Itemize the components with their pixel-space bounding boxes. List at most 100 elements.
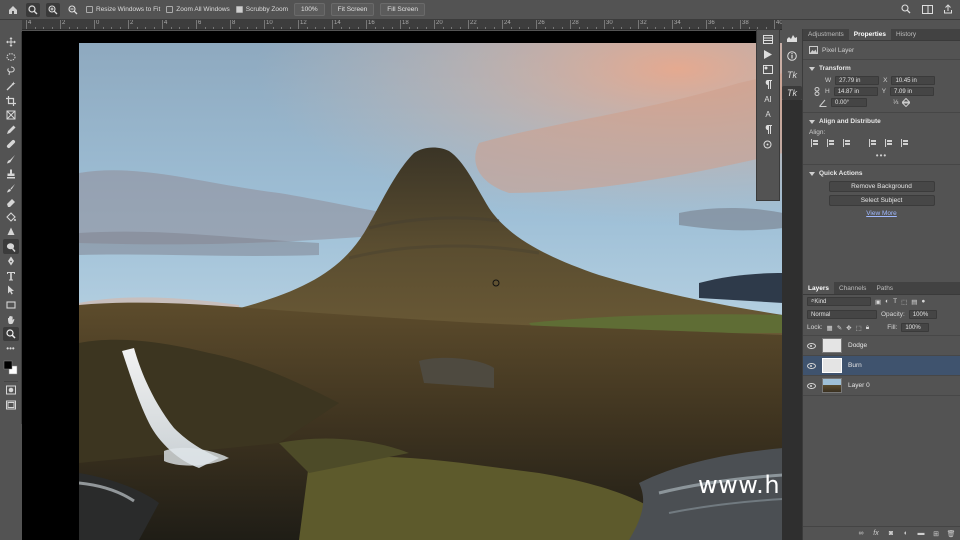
zoom-tool-sidebar-icon[interactable]: [2, 326, 19, 342]
lasso-tool-icon[interactable]: [3, 64, 19, 79]
tab-paths[interactable]: Paths: [871, 282, 898, 294]
resize-windows-checkbox[interactable]: Resize Windows to Fit: [86, 6, 160, 13]
history-brush-tool-icon[interactable]: [3, 181, 19, 196]
paragraph-panel-icon[interactable]: [758, 77, 778, 92]
filter-adjustment-icon[interactable]: ◐: [885, 298, 889, 305]
y-position-field[interactable]: 7.09 in: [890, 87, 935, 96]
tab-layers[interactable]: Layers: [803, 282, 834, 294]
burn-tool-icon[interactable]: [2, 239, 19, 254]
lock-position-icon[interactable]: ✥: [846, 324, 851, 332]
brush-settings-icon[interactable]: [758, 137, 778, 152]
select-subject-button[interactable]: Select Subject: [828, 195, 935, 206]
x-position-field[interactable]: 10.45 in: [891, 76, 936, 85]
visibility-eye-icon[interactable]: [807, 382, 816, 389]
move-tool-icon[interactable]: [3, 35, 19, 50]
align-center-h-icon[interactable]: [827, 139, 836, 147]
align-middle-icon[interactable]: [885, 139, 894, 147]
collapse-triangle-icon[interactable]: [809, 119, 815, 124]
layer-row-dodge[interactable]: Dodge: [803, 336, 960, 356]
zoom-out-icon[interactable]: [66, 3, 80, 17]
zoom-all-windows-checkbox[interactable]: Zoom All Windows: [166, 6, 230, 13]
filter-smart-object-icon[interactable]: ▤: [911, 298, 917, 306]
align-top-icon[interactable]: [869, 139, 878, 147]
adjustment-layer-icon[interactable]: ◐: [902, 530, 910, 538]
brush-tool-icon[interactable]: [3, 152, 19, 167]
filter-shape-icon[interactable]: ⬚: [901, 298, 907, 306]
landscape-photo[interactable]: [79, 43, 783, 540]
layer-style-icon[interactable]: fx: [872, 530, 880, 538]
glyphs-panel-icon[interactable]: A: [758, 107, 778, 122]
fill-field[interactable]: 100%: [901, 323, 930, 332]
more-tools-icon[interactable]: •••: [3, 341, 19, 356]
lock-pixels-icon[interactable]: ✎: [837, 324, 842, 332]
eraser-tool-icon[interactable]: [3, 196, 19, 211]
libraries-panel-icon[interactable]: [758, 32, 778, 47]
share-icon[interactable]: [942, 3, 954, 15]
delete-layer-icon[interactable]: 🗑︎: [947, 530, 956, 538]
collapse-triangle-icon[interactable]: [809, 66, 815, 71]
type-tool-icon[interactable]: [3, 269, 19, 284]
filter-type-icon[interactable]: T: [893, 298, 897, 305]
flip-vertical-icon[interactable]: [902, 98, 911, 107]
lock-all-icon[interactable]: 🔒︎: [866, 324, 869, 332]
view-more-link[interactable]: View More: [809, 210, 954, 217]
paint-bucket-tool-icon[interactable]: [3, 210, 19, 225]
tab-channels[interactable]: Channels: [834, 282, 871, 294]
visibility-eye-icon[interactable]: [807, 342, 816, 349]
new-group-icon[interactable]: ▬: [917, 530, 925, 538]
add-mask-icon[interactable]: ◙: [887, 530, 895, 538]
align-left-icon[interactable]: [811, 139, 820, 147]
kind-filter-select[interactable]: ⌕ Kind: [807, 297, 871, 306]
blur-tool-icon[interactable]: [3, 225, 19, 240]
screen-mode-icon[interactable]: [3, 398, 19, 413]
workspace-icon[interactable]: [921, 3, 933, 15]
fill-screen-button[interactable]: Fill Screen: [380, 3, 426, 16]
tk-plugin-icon[interactable]: Tk: [782, 85, 802, 100]
pen-tool-icon[interactable]: [3, 254, 19, 269]
tab-history[interactable]: History: [891, 29, 921, 40]
marquee-tool-icon[interactable]: [3, 50, 19, 65]
healing-brush-tool-icon[interactable]: [3, 137, 19, 152]
align-right-icon[interactable]: [843, 139, 852, 147]
zoom-100-button[interactable]: 100%: [294, 3, 325, 16]
layer-row-layer-0[interactable]: Layer 0: [803, 376, 960, 396]
play-actions-icon[interactable]: [758, 47, 778, 62]
home-icon[interactable]: [6, 3, 20, 17]
tab-adjustments[interactable]: Adjustments: [803, 29, 849, 40]
blend-mode-select[interactable]: Normal: [807, 310, 877, 319]
lock-transparent-icon[interactable]: ▦: [827, 324, 833, 332]
link-icon[interactable]: [813, 87, 821, 96]
zoom-tool-icon[interactable]: [26, 2, 40, 17]
quick-mask-icon[interactable]: [3, 383, 19, 398]
color-swatches-icon[interactable]: [3, 356, 19, 380]
more-options-button[interactable]: •••: [809, 151, 954, 160]
scrubby-zoom-checkbox[interactable]: Scrubby Zoom: [235, 6, 288, 13]
path-selection-tool-icon[interactable]: [3, 283, 19, 298]
width-field[interactable]: 27.79 in: [835, 76, 880, 85]
magic-wand-tool-icon[interactable]: [3, 79, 19, 94]
filter-pixel-icon[interactable]: ▣: [875, 298, 881, 306]
new-layer-icon[interactable]: ⊞: [932, 530, 940, 538]
remove-background-button[interactable]: Remove Background: [828, 181, 935, 192]
frame-tool-icon[interactable]: [3, 108, 19, 123]
lock-artboard-icon[interactable]: ⬚: [856, 324, 862, 332]
link-layers-icon[interactable]: ∞: [857, 530, 865, 538]
crop-tool-icon[interactable]: [3, 93, 19, 108]
height-field[interactable]: 14.87 in: [833, 87, 878, 96]
clone-stamp-tool-icon[interactable]: [3, 166, 19, 181]
document-canvas[interactable]: [22, 31, 783, 540]
fit-screen-button[interactable]: Fit Screen: [330, 3, 375, 16]
search-icon[interactable]: [900, 3, 912, 15]
zoom-in-icon[interactable]: [46, 2, 60, 17]
character-styles-icon[interactable]: Tk: [782, 68, 802, 82]
layer-row-burn[interactable]: Burn: [803, 356, 960, 376]
align-bottom-icon[interactable]: [901, 139, 910, 147]
rectangle-tool-icon[interactable]: [3, 298, 19, 313]
histogram-panel-icon[interactable]: [782, 31, 802, 45]
info-panel-icon[interactable]: [782, 49, 802, 63]
hand-tool-icon[interactable]: [3, 312, 19, 327]
eyedropper-tool-icon[interactable]: [3, 123, 19, 138]
flip-horizontal-icon[interactable]: ⅓: [893, 99, 898, 106]
collapse-triangle-icon[interactable]: [809, 171, 815, 176]
paragraph-styles-icon[interactable]: [758, 122, 778, 137]
